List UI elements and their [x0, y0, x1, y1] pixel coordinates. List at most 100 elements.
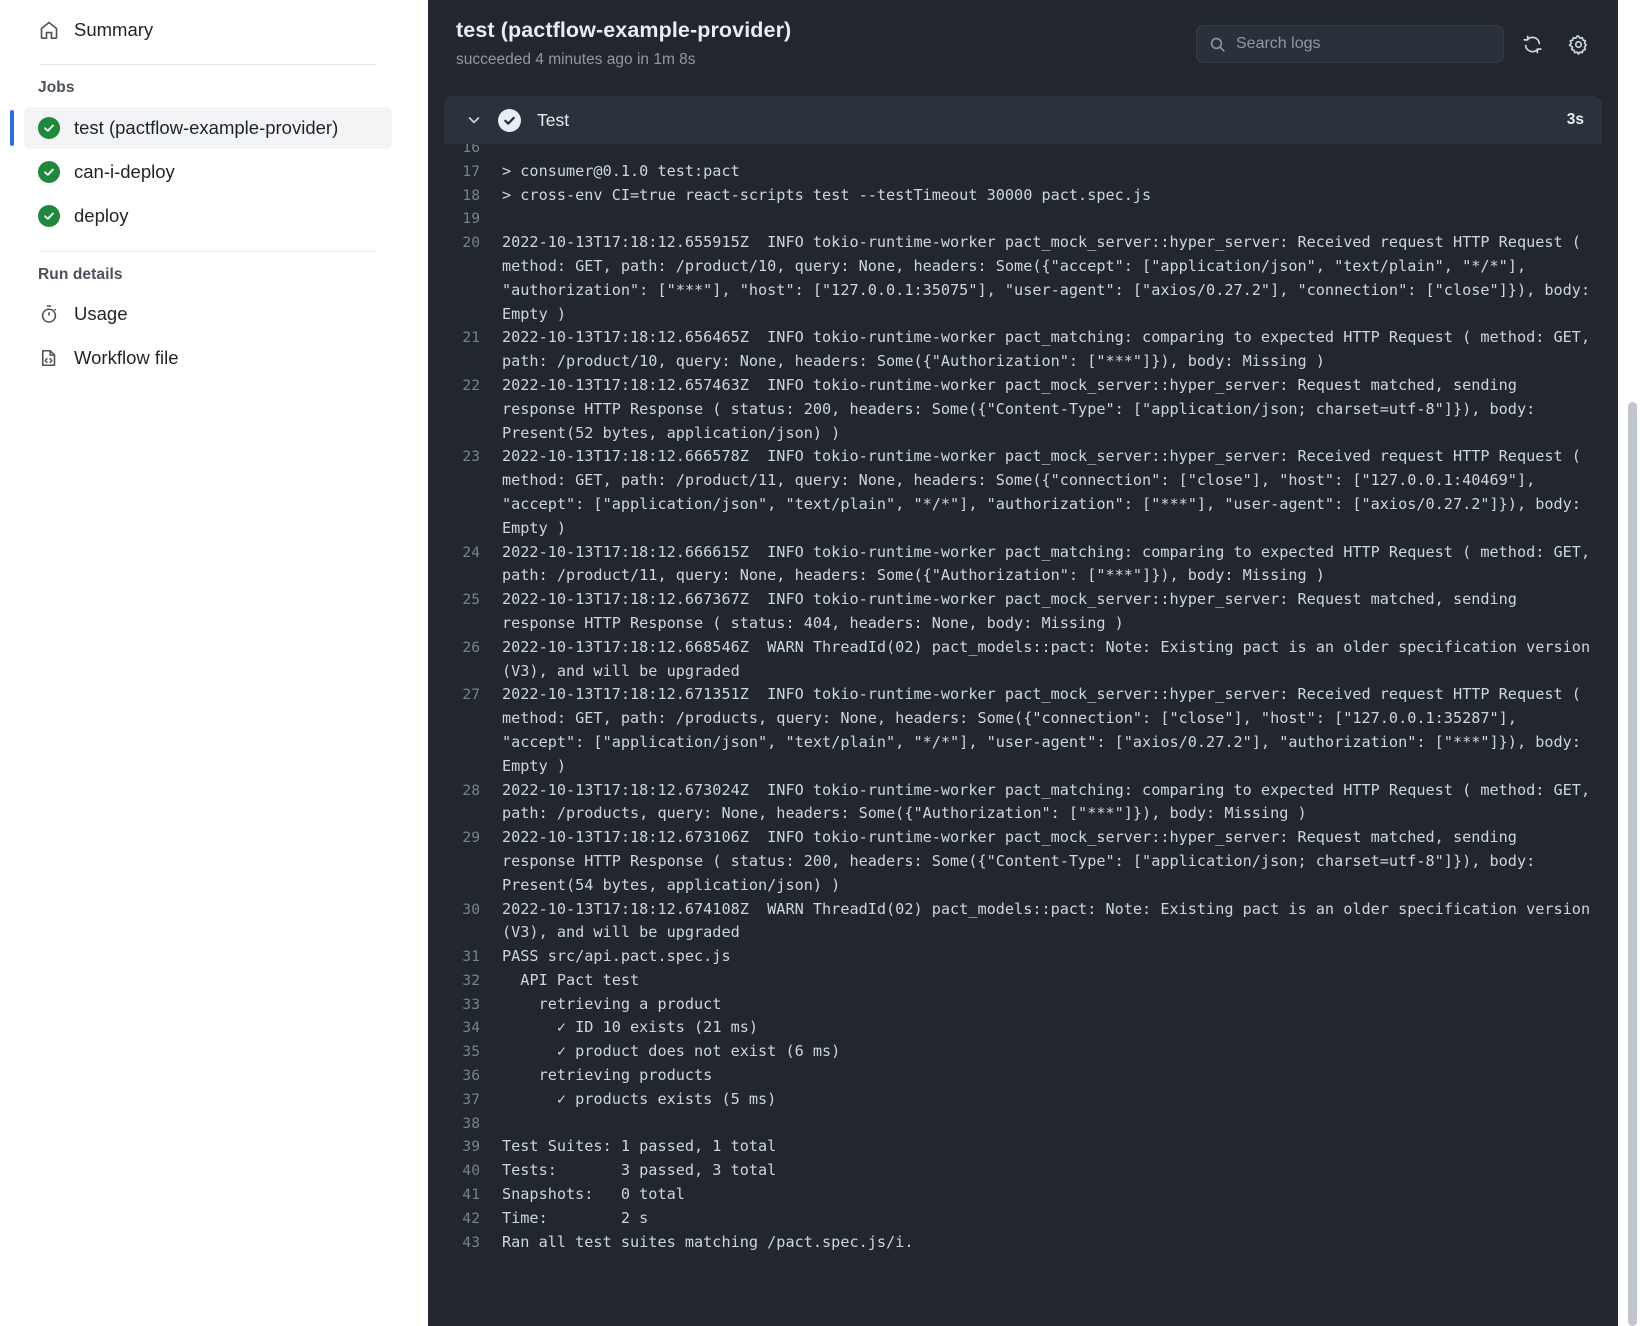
log-line-number: 22	[462, 376, 480, 394]
log-line: 40 Tests: 3 passed, 3 total	[444, 1159, 1602, 1183]
sidebar-item-job-can-i-deploy[interactable]: can-i-deploy	[24, 151, 392, 193]
log-line-text: 2022-10-13T17:18:12.667367Z INFO tokio-r…	[502, 590, 1527, 632]
log-line: 19	[444, 207, 1602, 231]
log-line-number: 30	[462, 900, 480, 918]
sidebar-item-label: Usage	[74, 303, 128, 324]
log-line-text: 2022-10-13T17:18:12.668546Z WARN ThreadI…	[502, 637, 1600, 680]
sidebar-item-label: Summary	[74, 19, 154, 40]
sidebar-item-label: can-i-deploy	[74, 161, 175, 182]
log-line-text: ✓ products exists (5 ms)	[502, 1089, 777, 1108]
log-line: 20 2022-10-13T17:18:12.655915Z INFO tokio…	[444, 231, 1602, 326]
log-line-number: 29	[462, 829, 480, 847]
log-line-number: 35	[462, 1043, 480, 1061]
log-line: 24 2022-10-13T17:18:12.666615Z INFO tokio…	[444, 541, 1602, 589]
sidebar-item-label: test (pactflow-example-provider)	[74, 117, 339, 138]
log-line: 21 2022-10-13T17:18:12.656465Z INFO tokio…	[444, 326, 1602, 374]
log-line: 17 > consumer@0.1.0 test:pact	[444, 160, 1602, 184]
gear-icon[interactable]	[1560, 26, 1596, 62]
log-line-number: 32	[462, 971, 480, 989]
log-header: test (pactflow-example-provider) succeed…	[428, 0, 1618, 88]
sidebar-item-job-test[interactable]: test (pactflow-example-provider)	[10, 107, 392, 149]
log-line-number: 36	[462, 1067, 480, 1085]
log-line: 27 2022-10-13T17:18:12.671351Z INFO tokio…	[444, 683, 1602, 778]
log-line-text: Snapshots: 0 total	[502, 1185, 685, 1204]
log-line-number: 28	[462, 781, 480, 799]
stopwatch-icon	[38, 303, 60, 325]
log-line-text: 2022-10-13T17:18:12.673106Z INFO tokio-r…	[502, 828, 1545, 894]
log-line: 29 2022-10-13T17:18:12.673106Z INFO tokio…	[444, 826, 1602, 897]
workflow-run-page: Summary Jobs test (pactflow-example-prov…	[0, 0, 1640, 1326]
log-line: 32 API Pact test	[444, 969, 1602, 993]
log-line-number: 26	[462, 638, 480, 656]
job-status-subtitle: succeeded 4 minutes ago in 1m 8s	[456, 51, 696, 69]
log-line-number: 25	[462, 591, 480, 609]
log-line: 38	[444, 1112, 1602, 1136]
log-line-number: 17	[462, 162, 480, 180]
sidebar-divider-bottom	[40, 251, 376, 252]
sidebar-item-usage[interactable]: Usage	[24, 294, 392, 334]
log-line: 22 2022-10-13T17:18:12.657463Z INFO tokio…	[444, 374, 1602, 445]
log-line: 30 2022-10-13T17:18:12.674108Z WARN Threa…	[444, 898, 1602, 946]
page-scrollbar[interactable]	[1628, 0, 1637, 1326]
log-line-number: 41	[462, 1186, 480, 1204]
step-name: Test	[537, 109, 570, 130]
log-line-text: Time: 2 s	[502, 1208, 649, 1227]
sidebar-heading-run-details: Run details	[38, 266, 123, 283]
log-line-text: API Pact test	[502, 970, 640, 989]
log-line-text: 2022-10-13T17:18:12.655915Z INFO tokio-r…	[502, 233, 1600, 323]
refresh-icon[interactable]	[1514, 26, 1550, 62]
log-line: 37 ✓ products exists (5 ms)	[444, 1088, 1602, 1112]
log-line-text: 2022-10-13T17:18:12.673024Z INFO tokio-r…	[502, 780, 1600, 823]
log-line-text: > cross-env CI=true react-scripts test -…	[502, 185, 1152, 204]
search-icon	[1209, 36, 1226, 53]
log-line-number: 24	[462, 543, 480, 561]
log-line-text: Ran all test suites matching /pact.spec.…	[502, 1232, 914, 1251]
log-line: 25 2022-10-13T17:18:12.667367Z INFO tokio…	[444, 588, 1602, 636]
log-line: 41 Snapshots: 0 total	[444, 1183, 1602, 1207]
page-scrollbar-thumb[interactable]	[1628, 402, 1637, 1326]
log-line-number: 21	[462, 329, 480, 347]
log-line-text: 2022-10-13T17:18:12.666615Z INFO tokio-r…	[502, 542, 1600, 585]
log-line-text: 2022-10-13T17:18:12.671351Z INFO tokio-r…	[502, 685, 1591, 775]
log-line-text: ✓ product does not exist (6 ms)	[502, 1042, 841, 1061]
check-circle-icon	[498, 108, 521, 132]
log-line-text: Tests: 3 passed, 3 total	[502, 1161, 777, 1180]
log-line-text: retrieving products	[502, 1066, 713, 1085]
code-file-icon	[38, 347, 60, 369]
log-line-number: 37	[462, 1090, 480, 1108]
log-line: 33 retrieving a product	[444, 993, 1602, 1017]
search-input[interactable]: Search logs	[1196, 25, 1504, 63]
log-line-number: 40	[462, 1162, 480, 1180]
search-placeholder: Search logs	[1236, 35, 1321, 52]
sidebar-item-workflow-file[interactable]: Workflow file	[24, 338, 392, 378]
log-line: 28 2022-10-13T17:18:12.673024Z INFO tokio…	[444, 779, 1602, 827]
log-line: 34 ✓ ID 10 exists (21 ms)	[444, 1016, 1602, 1040]
log-line-number: 27	[462, 686, 480, 704]
log-lines: 16 17 > consumer@0.1.0 test:pact 18 > cross-…	[444, 144, 1602, 1254]
header-actions: Search logs	[1196, 25, 1618, 63]
log-line-number: 20	[462, 234, 480, 252]
log-line-text: 2022-10-13T17:18:12.656465Z INFO tokio-r…	[502, 328, 1600, 371]
log-line: 26 2022-10-13T17:18:12.668546Z WARN Threa…	[444, 636, 1602, 684]
step-header-test[interactable]: Test 3s	[444, 96, 1602, 144]
check-circle-icon	[38, 117, 60, 139]
sidebar-item-job-deploy[interactable]: deploy	[24, 195, 392, 237]
log-line-text: 2022-10-13T17:18:12.666578Z INFO tokio-r…	[502, 447, 1591, 537]
chevron-down-icon[interactable]	[466, 112, 482, 128]
log-container: test (pactflow-example-provider) succeed…	[428, 0, 1618, 1326]
log-output[interactable]: 16 17 > consumer@0.1.0 test:pact 18 > cross-…	[444, 144, 1602, 1326]
sidebar-divider-top	[40, 64, 376, 65]
log-panel: test (pactflow-example-provider) succeed…	[428, 0, 1640, 1326]
log-line-text: retrieving a product	[502, 994, 722, 1013]
log-line: 35 ✓ product does not exist (6 ms)	[444, 1040, 1602, 1064]
log-line-number: 19	[462, 210, 480, 228]
check-circle-icon	[38, 205, 60, 227]
log-line-number: 16	[462, 144, 480, 156]
log-line-number: 38	[462, 1114, 480, 1132]
log-line-number: 43	[462, 1233, 480, 1251]
log-line: 18 > cross-env CI=true react-scripts test…	[444, 184, 1602, 208]
log-line: 16	[444, 144, 1602, 160]
log-line: 31 PASS src/api.pact.spec.js	[444, 945, 1602, 969]
log-line-number: 33	[462, 995, 480, 1013]
sidebar-item-summary[interactable]: Summary	[24, 10, 392, 50]
